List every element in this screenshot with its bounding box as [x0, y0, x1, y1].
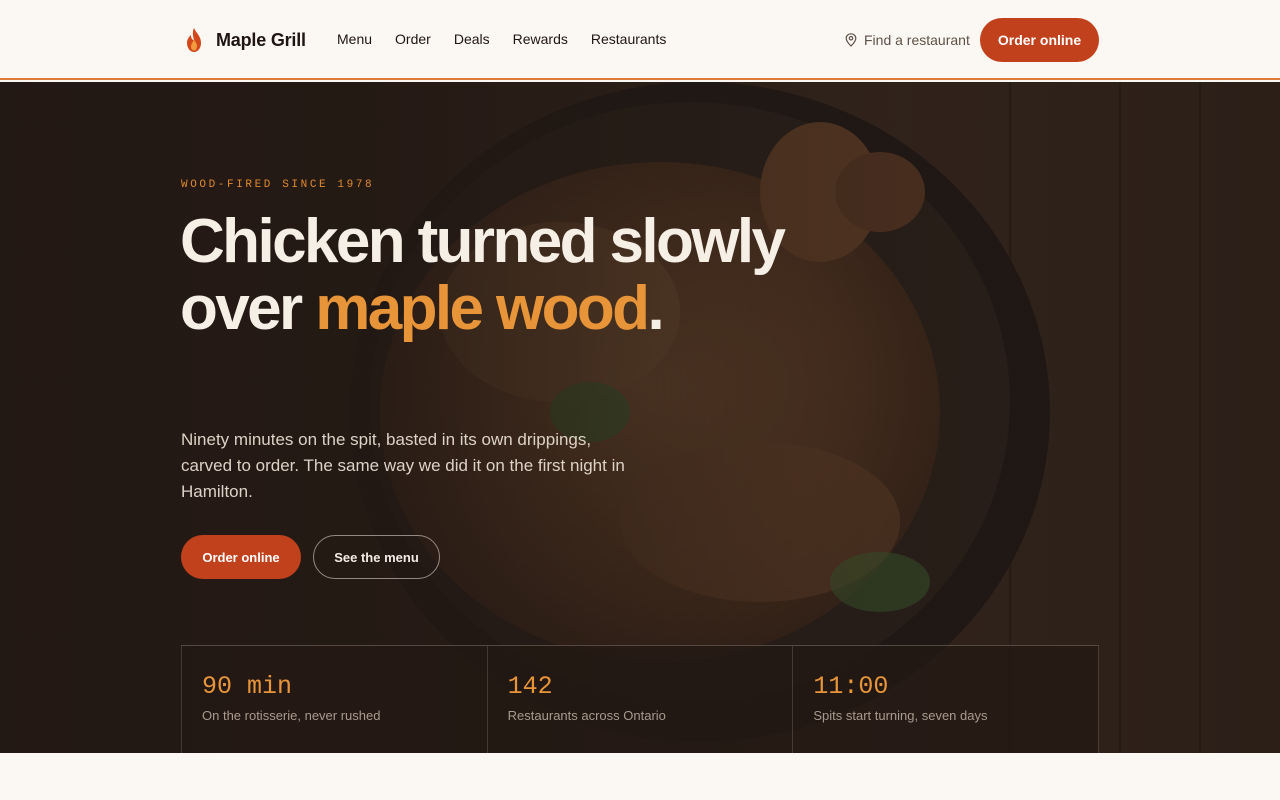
headline-accent: maple wood	[315, 274, 650, 343]
flame-icon	[187, 28, 201, 52]
nav-item-rewards[interactable]: Rewards	[513, 30, 568, 48]
hero-lead: Ninety minutes on the spit, basted in it…	[181, 430, 625, 501]
nav-item-order[interactable]: Order	[395, 30, 431, 48]
hero-section: WOOD-FIRED SINCE 1978 Chicken turned slo…	[0, 82, 1280, 753]
find-restaurant-label: Find a restaurant	[864, 32, 970, 48]
nav-item-deals[interactable]: Deals	[454, 30, 490, 48]
see-menu-button[interactable]: See the menu	[313, 535, 440, 579]
hero-headline: Chicken turned slowly over maple wood.	[180, 208, 800, 342]
hero-order-online-button[interactable]: Order online	[181, 535, 301, 579]
stat-item: 142 Restaurants across Ontario	[488, 646, 794, 753]
stat-value: 90 min	[202, 672, 293, 701]
header-order-online-button[interactable]: Order online	[980, 18, 1099, 62]
hero-eyebrow: WOOD-FIRED SINCE 1978	[181, 179, 375, 191]
stat-value: 142	[507, 672, 553, 701]
stat-label: Spits start turning, seven days	[813, 708, 988, 723]
stats-bar: 90 min On the rotisserie, never rushed 1…	[181, 645, 1100, 753]
next-section	[0, 753, 1280, 800]
nav-item-restaurants[interactable]: Restaurants	[591, 30, 666, 48]
stat-label: Restaurants across Ontario	[507, 708, 666, 723]
main-nav: Menu Order Deals Rewards Restaurants	[337, 30, 666, 48]
site-header: Maple Grill Menu Order Deals Rewards Res…	[0, 0, 1280, 80]
nav-item-menu[interactable]: Menu	[337, 30, 372, 48]
map-pin-icon	[845, 33, 857, 47]
stat-item: 11:00 Spits start turning, seven days	[793, 646, 1100, 753]
stat-value: 11:00	[813, 672, 889, 701]
stat-label: On the rotisserie, never rushed	[202, 708, 381, 723]
find-restaurant-link[interactable]: Find a restaurant	[845, 31, 970, 49]
brand-logo-link[interactable]: Maple Grill	[184, 26, 306, 54]
brand-name: Maple Grill	[216, 29, 306, 50]
stat-item: 90 min On the rotisserie, never rushed	[181, 646, 488, 753]
headline-end: .	[647, 274, 664, 343]
